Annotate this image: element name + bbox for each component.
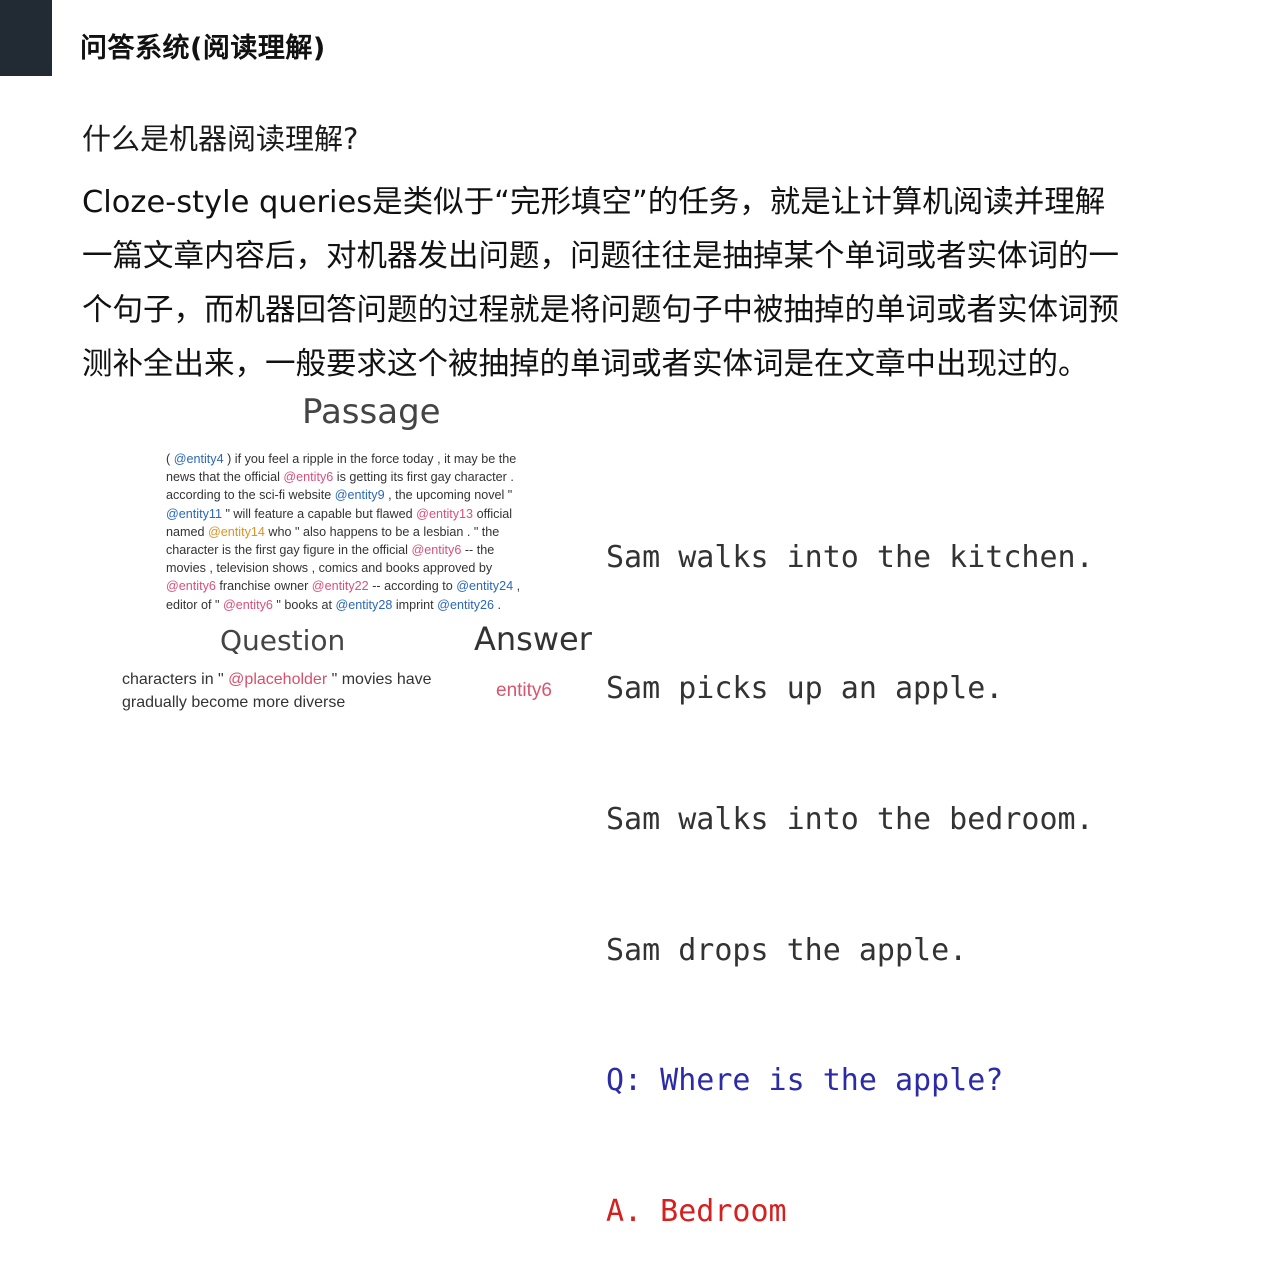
entity-tag: @entity28 <box>335 597 393 612</box>
passage-line: ( @entity4 ) if you feel a ripple in the… <box>166 452 517 466</box>
passage-line: movies , television shows , comics and b… <box>166 561 493 576</box>
entity-tag: @entity6 <box>222 597 273 612</box>
babi-example: Sam walks into the kitchen. Sam picks up… <box>606 449 1226 1277</box>
placeholder-tag: @placeholder <box>228 671 328 688</box>
passage-line: @entity6 franchise owner @entity22 -- ac… <box>166 579 521 594</box>
answer-title: Answer <box>474 620 592 658</box>
entity-tag: @entity24 <box>456 579 514 594</box>
cloze-example-figure: Passage ( @entity4 ) if you feel a rippl… <box>110 392 592 720</box>
passage-text: ( @entity4 ) if you feel a ripple in the… <box>166 450 558 614</box>
question-text: characters in " @placeholder " movies ha… <box>122 668 472 714</box>
entity-tag: @entity26 <box>437 597 495 612</box>
slide-title: 问答系统(阅读理解) <box>80 33 326 64</box>
story-line: Sam drops the apple. <box>606 932 968 968</box>
passage-line: editor of " @entity6 " books at @entity2… <box>166 597 502 612</box>
question-line: gradually become more diverse <box>122 694 346 711</box>
question-line: characters in " @placeholder " movies ha… <box>122 671 432 688</box>
entity-tag: @entity9 <box>334 488 385 503</box>
entity-tag: @entity22 <box>311 579 369 594</box>
body-paragraph: Cloze-style queries是类似于“完形填空”的任务，就是让计算机阅… <box>82 176 1192 392</box>
passage-line: character is the first gay figure in the… <box>166 543 495 558</box>
entity-tag: @entity13 <box>416 506 474 521</box>
body-line: 测补全出来，一般要求这个被抽掉的单词或者实体词是在文章中出现过的。 <box>82 347 1089 382</box>
entity-tag: @entity11 <box>166 506 222 521</box>
entity-tag: @entity6 <box>411 543 462 558</box>
story-line: Sam picks up an apple. <box>606 670 1004 706</box>
body-line: Cloze-style queries是类似于“完形填空”的任务，就是让计算机阅… <box>82 185 1106 220</box>
entity-tag: @entity4 <box>173 452 224 466</box>
story-line: Sam walks into the bedroom. <box>606 801 1094 837</box>
question-heading: 什么是机器阅读理解? <box>82 122 359 156</box>
passage-title: Passage <box>302 392 441 432</box>
story-question: Q: Where is the apple? <box>606 1063 1004 1099</box>
answer-text: entity6 <box>496 680 552 701</box>
entity-tag: @entity6 <box>283 470 334 485</box>
entity-tag: @entity14 <box>208 524 265 539</box>
passage-line: according to the sci-fi website @entity9… <box>166 488 513 503</box>
passage-line: @entity11 " will feature a capable but f… <box>166 506 513 521</box>
question-title: Question <box>220 624 346 657</box>
passage-line: news that the official @entity6 is getti… <box>166 470 514 485</box>
body-line: 一篇文章内容后，对机器发出问题，问题往往是抽掉某个单词或者实体词的一 <box>82 239 1119 274</box>
entity-tag: @entity6 <box>166 579 216 594</box>
corner-accent-block <box>0 0 52 76</box>
story-answer: A. Bedroom <box>606 1194 787 1230</box>
passage-line: named @entity14 who " also happens to be… <box>166 524 500 539</box>
story-line: Sam walks into the kitchen. <box>606 540 1094 576</box>
body-line: 个句子，而机器回答问题的过程就是将问题句子中被抽掉的单词或者实体词预 <box>82 293 1119 328</box>
